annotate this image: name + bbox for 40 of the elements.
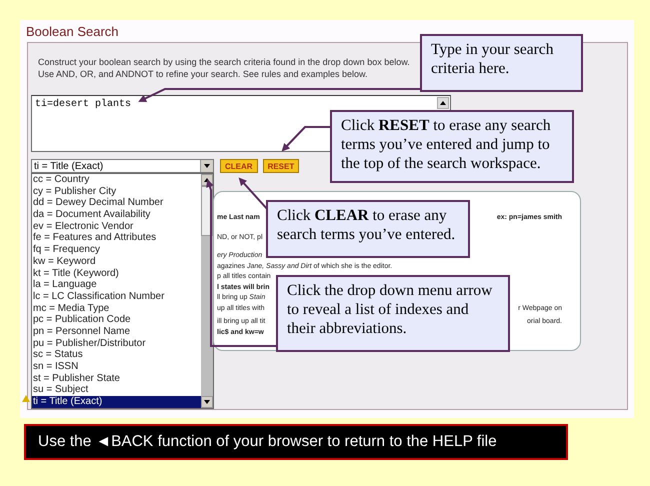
index-option[interactable]: la = Language: [32, 279, 201, 291]
index-option[interactable]: pn = Personnel Name: [32, 326, 201, 338]
index-option[interactable]: cy = Publisher City: [32, 186, 201, 198]
page-title: Boolean Search: [25, 23, 120, 41]
reset-button[interactable]: RESET: [262, 159, 300, 173]
index-option[interactable]: sc = Status: [32, 349, 201, 361]
callout-tooltip: Type in your search criteria here.: [420, 34, 583, 92]
clear-button[interactable]: CLEAR: [220, 159, 258, 173]
index-option[interactable]: kw = Keyword: [32, 256, 201, 268]
scroll-up-button[interactable]: [437, 97, 449, 109]
index-option[interactable]: dd = Dewey Decimal Number: [32, 197, 201, 210]
dropdown-button[interactable]: [200, 160, 213, 172]
index-option[interactable]: su = Subject: [32, 384, 201, 396]
index-option[interactable]: ev = Electronic Vendor: [32, 220, 201, 232]
index-option[interactable]: ti = Title (Exact): [32, 396, 201, 408]
callout-tooltip: Click RESET to erase any search terms you’ve entered and jump to the top of the search workspace.: [330, 110, 574, 183]
index-option[interactable]: lc = LC Classification Number: [32, 290, 201, 303]
index-option[interactable]: da = Document Availability: [32, 209, 201, 221]
warning-icon: [22, 395, 30, 402]
pointer-arrow: [282, 126, 330, 152]
callout-tooltip: Click CLEAR to erase any search terms you’ve entered.: [266, 200, 470, 258]
up-arrow-icon: [204, 178, 210, 182]
index-select[interactable]: ti = Title (Exact): [31, 159, 214, 173]
down-arrow-icon: [204, 164, 210, 168]
index-option[interactable]: cc = Country: [32, 174, 201, 186]
index-option[interactable]: sn = ISSN: [32, 361, 201, 373]
help-note-bar: Use the ◄BACK function of your browser to return to the HELP file: [24, 424, 568, 460]
callout-tooltip: Click the drop down menu arrow to reveal a list of indexes and their abbreviations.: [276, 275, 510, 352]
index-option[interactable]: st = Publisher State: [32, 372, 201, 384]
index-option[interactable]: kt = Title (Keyword): [32, 268, 201, 280]
index-option[interactable]: fq = Frequency: [32, 244, 201, 256]
scroll-down-button[interactable]: [201, 396, 213, 408]
instruction-text: Construct your boolean search by using the search criteria found in the drop down box below.: [37, 56, 410, 68]
down-arrow-icon: [204, 400, 210, 404]
index-option[interactable]: pc = Publication Code: [32, 314, 201, 326]
up-arrow-icon: [440, 101, 446, 105]
index-option[interactable]: mc = Media Type: [32, 302, 201, 314]
instruction-text: Use AND, OR, and ANDNOT to refine your search. See rules and examples below.: [37, 68, 368, 80]
index-option[interactable]: pu = Publisher/Distributor: [32, 338, 201, 350]
index-option[interactable]: fe = Features and Attributes: [32, 232, 201, 244]
